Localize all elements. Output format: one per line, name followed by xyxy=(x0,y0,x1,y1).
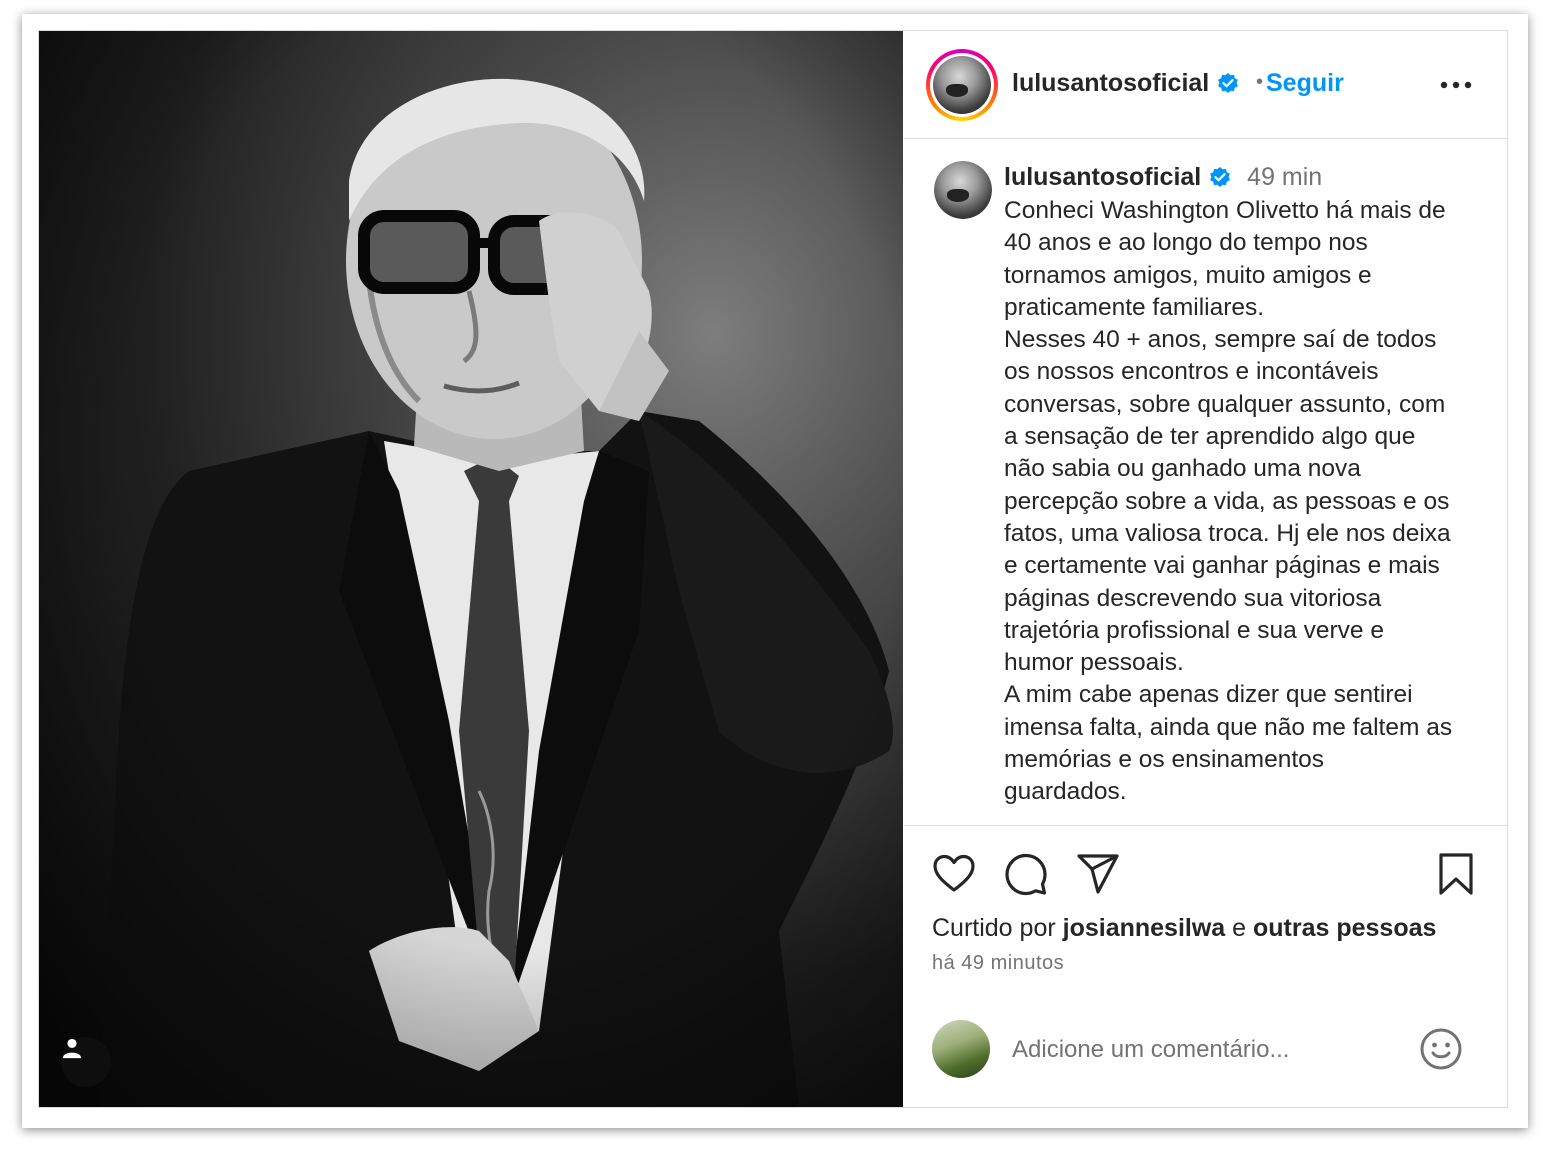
instagram-post: lulusantosoficial • Seguir lulusantosofi… xyxy=(38,30,1508,1108)
bookmark-icon[interactable] xyxy=(1434,852,1478,896)
post-actions: Curtido por josiannesilwa e outras pesso… xyxy=(904,825,1507,1107)
emoji-icon[interactable] xyxy=(1418,1026,1464,1072)
caption-header: lulusantosoficial 49 min xyxy=(1004,163,1322,192)
comment-bar xyxy=(904,1016,1507,1107)
author-username[interactable]: lulusantosoficial xyxy=(1012,69,1240,98)
header-separator: • xyxy=(1256,71,1264,93)
share-icon[interactable] xyxy=(1076,852,1120,896)
likes-prefix: Curtido por xyxy=(932,914,1056,942)
caption-avatar-image xyxy=(934,161,992,219)
user-tag-button[interactable] xyxy=(61,1037,111,1087)
verified-badge-icon xyxy=(1218,73,1239,94)
post-header: lulusantosoficial • Seguir xyxy=(904,31,1507,139)
author-username-text[interactable]: lulusantosoficial xyxy=(1012,69,1209,97)
caption-username[interactable]: lulusantosoficial xyxy=(1004,163,1201,191)
caption-area: lulusantosoficial 49 min Conheci Washing… xyxy=(904,139,1507,825)
likes-summary: Curtido por josiannesilwa e outras pesso… xyxy=(932,914,1436,943)
verified-badge-icon xyxy=(1210,167,1231,188)
post-timestamp[interactable]: há 49 minutos xyxy=(932,952,1064,975)
likes-joiner: e xyxy=(1232,914,1247,942)
comment-icon[interactable] xyxy=(1004,852,1048,896)
author-avatar-image xyxy=(933,56,991,114)
current-user-avatar[interactable] xyxy=(932,1020,990,1078)
likes-others-link[interactable]: outras pessoas xyxy=(1253,914,1436,942)
post-side-panel: lulusantosoficial • Seguir lulusantosofi… xyxy=(904,31,1507,1107)
comment-input[interactable] xyxy=(1012,1030,1402,1070)
caption-avatar[interactable] xyxy=(934,161,992,219)
heart-icon[interactable] xyxy=(932,852,976,896)
caption-timestamp[interactable]: 49 min xyxy=(1247,163,1322,191)
user-tag-icon xyxy=(62,1038,82,1059)
liker-username[interactable]: josiannesilwa xyxy=(1063,914,1226,942)
post-photo[interactable] xyxy=(39,31,903,1107)
author-avatar[interactable] xyxy=(926,49,998,121)
more-options-icon[interactable] xyxy=(1436,71,1476,99)
portrait-illustration xyxy=(39,31,903,1107)
caption-text: Conheci Washington Olivetto há mais de 4… xyxy=(1004,197,1453,806)
follow-button[interactable]: Seguir xyxy=(1266,69,1344,98)
